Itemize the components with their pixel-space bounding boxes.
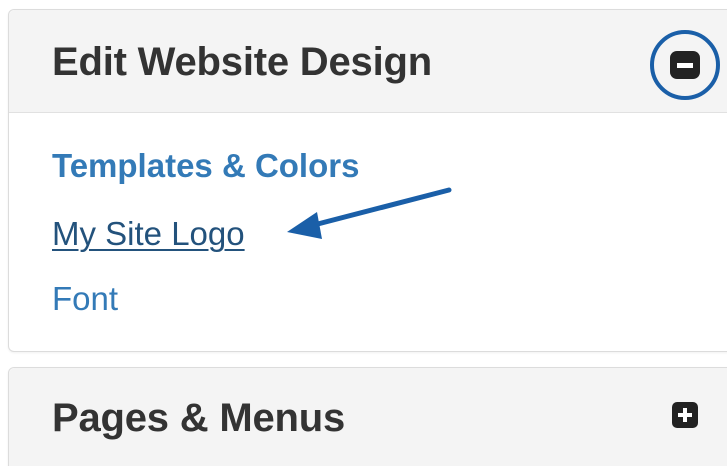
panel-header[interactable]: Pages & Menus [9,368,727,466]
link-my-site-logo[interactable]: My Site Logo [52,215,245,253]
panel-header[interactable]: Edit Website Design [9,10,727,113]
collapse-toggle-button[interactable] [650,30,720,100]
panel-title: Pages & Menus [52,396,346,440]
link-templates-colors[interactable]: Templates & Colors [52,147,359,185]
minus-square-icon [670,51,700,79]
panel-title: Edit Website Design [52,40,432,84]
panel-pages-menus: Pages & Menus [8,367,727,466]
plus-square-icon[interactable] [672,402,698,428]
app-stage: Edit Website Design Templates & Colors M… [0,0,727,466]
link-font[interactable]: Font [52,280,118,318]
panel-edit-website-design: Edit Website Design Templates & Colors M… [8,9,727,352]
